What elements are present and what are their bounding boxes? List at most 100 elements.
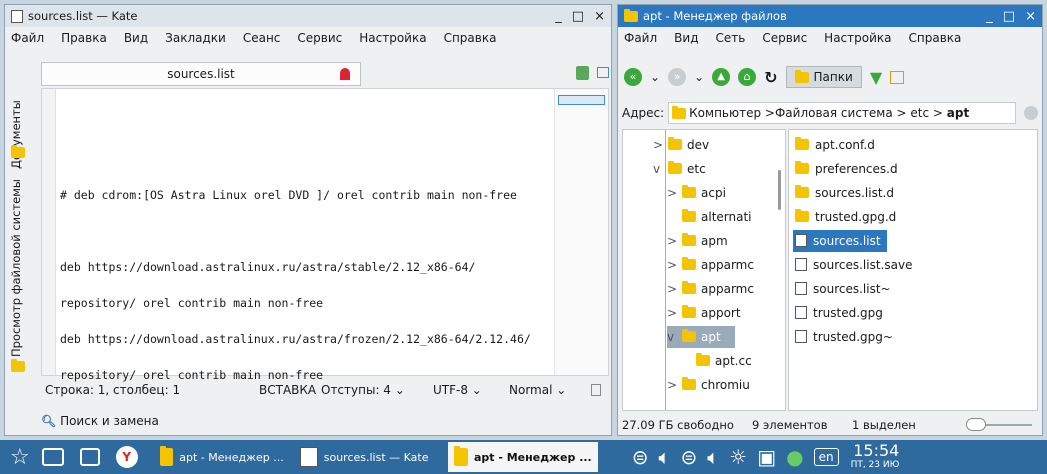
- forward-dropdown-icon[interactable]: ⌄: [694, 70, 704, 84]
- tree-item[interactable]: > apparmc: [667, 254, 754, 276]
- file-item[interactable]: trusted.gpg~: [793, 326, 899, 348]
- collapsed-arrow-icon[interactable]: >: [667, 230, 679, 252]
- tab-close-icon[interactable]: [340, 68, 350, 80]
- update-icon[interactable]: ●: [786, 445, 803, 469]
- tree-item[interactable]: > dev: [653, 134, 709, 156]
- collapsed-arrow-icon[interactable]: >: [667, 302, 679, 324]
- crumb-apt[interactable]: apt: [947, 106, 969, 120]
- menu-file[interactable]: Файл: [11, 31, 44, 45]
- expanded-arrow-icon[interactable]: v: [667, 326, 679, 348]
- file-item[interactable]: trusted.gpg: [793, 302, 889, 324]
- network-icon[interactable]: ⊜: [632, 445, 649, 469]
- tree-item[interactable]: > apport: [667, 302, 741, 324]
- refresh-icon[interactable]: ↻: [764, 68, 777, 87]
- close-button[interactable]: ×: [594, 9, 605, 24]
- minimize-button[interactable]: _: [555, 9, 562, 24]
- new-tab-icon[interactable]: [576, 66, 589, 80]
- maximize-button[interactable]: □: [572, 9, 584, 24]
- encoding-setting[interactable]: UTF-8 ⌄: [433, 378, 482, 402]
- tree-item[interactable]: v apt: [667, 326, 735, 348]
- menu-edit[interactable]: Правка: [61, 31, 107, 45]
- minimap[interactable]: [554, 89, 608, 375]
- fm-titlebar[interactable]: apt - Менеджер файлов _ □ ×: [618, 5, 1042, 27]
- kate-titlebar[interactable]: sources.list — Kate _ □ ×: [5, 5, 611, 27]
- search-replace-panel[interactable]: 🔍︎ Поиск и замена: [41, 410, 159, 432]
- file-item[interactable]: sources.list~: [793, 278, 897, 300]
- back-dropdown-icon[interactable]: ⌄: [650, 70, 660, 84]
- file-item[interactable]: sources.list: [793, 230, 887, 252]
- back-icon[interactable]: «: [624, 68, 642, 86]
- minimize-button[interactable]: _: [986, 9, 993, 24]
- expanded-arrow-icon[interactable]: v: [653, 158, 665, 180]
- brightness-icon[interactable]: ☼: [729, 445, 747, 469]
- file-list[interactable]: apt.conf.d preferences.d sources.list.d tru…: [788, 129, 1038, 411]
- tree-item[interactable]: v etc: [653, 158, 706, 180]
- maximize-button[interactable]: □: [1003, 9, 1015, 24]
- crumb-etc[interactable]: etc: [910, 106, 929, 120]
- file-manager-launcher-icon[interactable]: [79, 448, 100, 466]
- tree-item[interactable]: apt.cc: [681, 350, 752, 372]
- split-view-icon[interactable]: [597, 67, 609, 78]
- editor-text[interactable]: # deb cdrom:[OS Astra Linux orel DVD ]/ …: [60, 93, 531, 405]
- menu-bookmarks[interactable]: Закладки: [165, 31, 226, 45]
- collapsed-arrow-icon[interactable]: >: [653, 134, 665, 156]
- taskbar-item-kate[interactable]: sources.list — Kate: [294, 442, 444, 472]
- crumb-computer[interactable]: Компьютер: [689, 106, 761, 120]
- input-mode[interactable]: ВСТАВКА: [259, 378, 316, 402]
- document-icon[interactable]: [591, 384, 601, 396]
- tree-scrollbar[interactable]: [778, 170, 781, 210]
- folder-tree[interactable]: > dev v etc > acpi alternati > apm > apparmc > appar…: [622, 129, 786, 411]
- collapsed-arrow-icon[interactable]: >: [667, 182, 679, 204]
- tree-item[interactable]: > apm: [667, 230, 728, 252]
- tab-sources-list[interactable]: sources.list: [41, 62, 361, 86]
- cursor-position[interactable]: Строка: 1, столбец: 1: [45, 378, 180, 402]
- editor-area[interactable]: # deb cdrom:[OS Astra Linux orel DVD ]/ …: [41, 88, 609, 381]
- menu-settings[interactable]: Настройка: [824, 31, 891, 45]
- taskbar-item-fm-1[interactable]: apt - Менеджер ...: [154, 442, 290, 472]
- menu-tools[interactable]: Сервис: [297, 31, 342, 45]
- display-icon[interactable]: ▣: [757, 445, 776, 469]
- menu-view[interactable]: Вид: [674, 31, 698, 45]
- highlight-mode[interactable]: Normal ⌄: [509, 378, 566, 402]
- home-icon[interactable]: ⌂: [738, 68, 757, 86]
- menu-help[interactable]: Справка: [444, 31, 497, 45]
- collapsed-arrow-icon[interactable]: >: [667, 278, 679, 300]
- menu-settings[interactable]: Настройка: [359, 31, 426, 45]
- side-tab-filesystem[interactable]: Просмотр файловой системы: [9, 177, 27, 357]
- file-item[interactable]: preferences.d: [793, 158, 904, 180]
- indent-setting[interactable]: Отступы: 4 ⌄: [321, 378, 405, 402]
- up-icon[interactable]: ▲: [712, 68, 731, 86]
- clock[interactable]: 15:54 ПТ, 23 ИЮ: [851, 443, 900, 471]
- browser-launcher-icon[interactable]: Y: [115, 446, 138, 468]
- taskbar-item-fm-2[interactable]: apt - Менеджер ...: [447, 442, 598, 472]
- show-desktop-icon[interactable]: [41, 448, 64, 466]
- menu-view[interactable]: Вид: [124, 31, 148, 45]
- view-mode-icon[interactable]: [890, 70, 905, 84]
- network-icon-2[interactable]: ⊜: [681, 445, 698, 469]
- menu-tools[interactable]: Сервис: [762, 31, 807, 45]
- file-item[interactable]: apt.conf.d: [793, 134, 881, 156]
- volume-icon-2[interactable]: 🔈︎: [707, 445, 719, 469]
- forward-icon[interactable]: »: [668, 68, 687, 86]
- file-item[interactable]: trusted.gpg.d: [793, 206, 902, 228]
- volume-icon[interactable]: 🔈︎: [659, 445, 671, 469]
- breadcrumb[interactable]: Компьютер > Файловая система > etc > apt: [668, 102, 1016, 124]
- close-button[interactable]: ×: [1025, 9, 1036, 24]
- file-item[interactable]: sources.list.save: [793, 254, 918, 276]
- start-menu-icon[interactable]: ☆: [10, 445, 30, 470]
- filter-icon[interactable]: ▼: [870, 68, 882, 87]
- keyboard-layout[interactable]: en: [813, 448, 839, 466]
- collapsed-arrow-icon[interactable]: >: [667, 374, 679, 396]
- tree-item[interactable]: > apparmc: [667, 278, 754, 300]
- collapsed-arrow-icon[interactable]: >: [667, 254, 679, 276]
- menu-help[interactable]: Справка: [909, 31, 962, 45]
- crumb-filesystem[interactable]: Файловая система: [775, 106, 893, 120]
- file-item[interactable]: sources.list.d: [793, 182, 900, 204]
- tree-item[interactable]: > acpi: [667, 182, 726, 204]
- go-icon[interactable]: [1024, 106, 1038, 120]
- tree-item[interactable]: alternati: [667, 206, 752, 228]
- tree-item[interactable]: > chromiu: [667, 374, 750, 396]
- zoom-slider-handle[interactable]: [966, 418, 986, 431]
- menu-file[interactable]: Файл: [624, 31, 657, 45]
- menu-sessions[interactable]: Сеанс: [243, 31, 281, 45]
